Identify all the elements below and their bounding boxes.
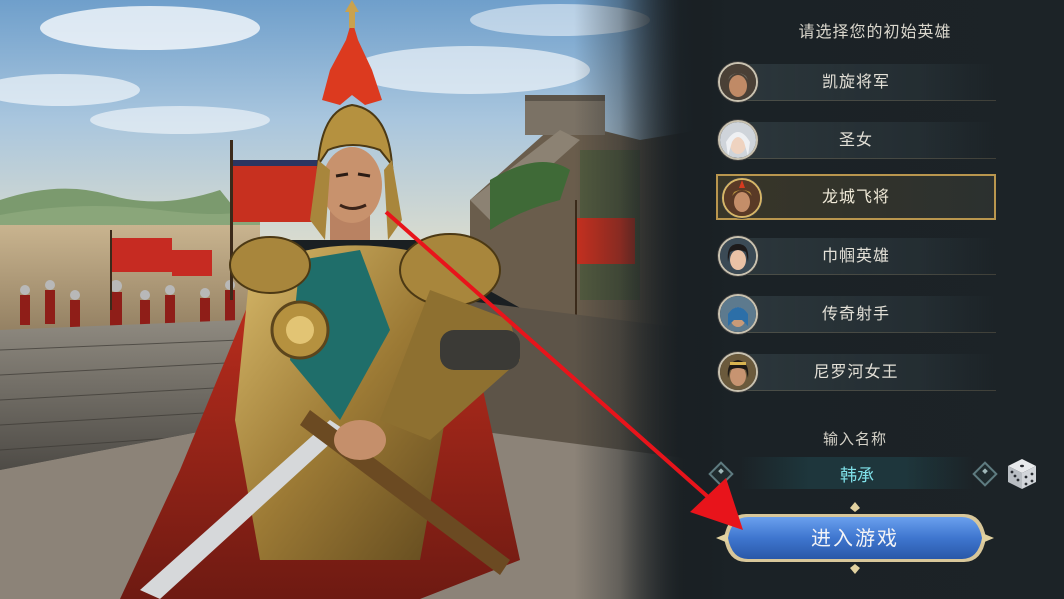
name-input-label: 输入名称	[822, 430, 887, 448]
dice-icon[interactable]	[1005, 457, 1039, 491]
hero-name: 巾帼英雄	[821, 246, 890, 265]
hero-option-triumphant-general[interactable]: 凯旋将军	[716, 60, 996, 104]
diamond-ornament-icon	[972, 461, 998, 487]
heroine-portrait-icon	[718, 236, 758, 276]
hero-option-heroine[interactable]: 巾帼英雄	[716, 234, 996, 278]
enter-game-label: 进入游戏	[811, 526, 899, 550]
hero-option-nile-queen[interactable]: 尼罗河女王	[716, 350, 996, 394]
hero-name-input[interactable]	[740, 457, 974, 489]
hero-name: 圣女	[838, 130, 873, 149]
hero-name: 凯旋将军	[821, 72, 890, 91]
great-wall-scene	[0, 0, 700, 599]
hero-selection-panel: 请选择您的初始英雄 凯旋将军 圣女 龙城飞将 巾帼英雄 传奇射手 尼罗河女王 输…	[620, 0, 1064, 599]
hero-name: 尼罗河女王	[813, 362, 899, 381]
game-screen: 请选择您的初始英雄 凯旋将军 圣女 龙城飞将 巾帼英雄 传奇射手 尼罗河女王 输…	[0, 0, 1064, 599]
archer-portrait-icon	[718, 294, 758, 334]
hero-illustration	[0, 0, 700, 599]
hero-option-legendary-archer[interactable]: 传奇射手	[716, 292, 996, 336]
hero-name: 龙城飞将	[821, 187, 890, 206]
flying-general-portrait-icon	[722, 178, 762, 218]
hero-option-flying-general[interactable]: 龙城飞将	[716, 174, 996, 220]
diamond-ornament-icon	[708, 461, 734, 487]
panel-title: 请选择您的初始英雄	[798, 22, 952, 41]
hero-name: 传奇射手	[821, 304, 890, 323]
hero-option-saintess[interactable]: 圣女	[716, 118, 996, 162]
saintess-portrait-icon	[718, 120, 758, 160]
enter-game-button[interactable]: 进入游戏	[716, 500, 994, 576]
general-portrait-icon	[718, 62, 758, 102]
nile-queen-portrait-icon	[718, 352, 758, 392]
